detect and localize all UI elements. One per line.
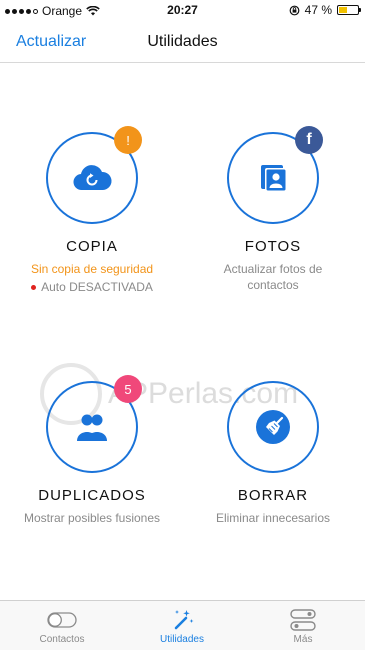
status-right: 47 % [289,3,361,17]
borrar-circle[interactable] [227,381,319,473]
duplicates-count-badge: 5 [114,375,142,403]
tile-copia[interactable]: ! COPIA Sin copia de seguridad Auto DESA… [17,126,167,295]
page-title: Utilidades [147,33,218,50]
status-bar: Orange 20:27 47 % [0,0,365,22]
copia-circle[interactable]: ! [46,126,142,224]
tile-fotos[interactable]: f FOTOS Actualizar fotos de contactos [198,126,348,293]
rotation-lock-icon [289,5,300,15]
status-dot-icon [31,285,37,291]
auto-backup-status-text: Auto DESACTIVADA [41,280,153,294]
tile-borrar-subtitle: Eliminar innecesarios [215,511,331,525]
tile-duplicados-label: DUPLICADOS [38,487,146,504]
tab-utilidades-label: Utilidades [160,634,204,645]
facebook-badge-icon: f [295,126,323,154]
tile-borrar-label: BORRAR [237,487,309,504]
tab-contactos-label: Contactos [39,634,85,645]
contact-photos-icon [261,165,287,192]
contacts-toggle-icon [47,612,77,628]
magic-wand-icon [174,610,194,630]
tab-utilidades[interactable]: Utilidades [122,606,242,645]
duplicate-people-icon [77,414,107,441]
tile-duplicados-subtitle: Mostrar posibles fusiones [23,511,161,525]
cloud-restore-icon [73,165,112,191]
tile-fotos-subtitle: Actualizar fotos de contactos [223,262,323,292]
alert-badge: ! [114,126,142,154]
navigation-bar: Actualizar Utilidades [0,22,365,63]
utilities-grid: APPerlas.com ! COPIA Sin copia de seguri… [0,63,365,600]
tab-bar: Contactos Utilidades Más [0,600,365,650]
battery-icon [337,5,361,15]
broom-icon [256,410,290,444]
fotos-circle[interactable]: f [227,126,323,224]
tab-contactos[interactable]: Contactos [2,606,122,645]
tile-copia-subtitle: Sin copia de seguridad [30,262,154,276]
tab-mas-label: Más [293,634,313,645]
duplicados-circle[interactable]: 5 [46,375,142,473]
tab-mas[interactable]: Más [243,606,363,645]
tile-duplicados[interactable]: 5 DUPLICADOS Mostrar posibles fusiones [17,375,167,526]
auto-backup-status: Auto DESACTIVADA [17,279,167,295]
more-settings-icon [290,609,316,631]
tile-fotos-label: FOTOS [244,238,302,255]
tile-copia-label: COPIA [66,238,118,255]
battery-percent: 47 % [304,3,332,17]
tile-borrar[interactable]: BORRAR Eliminar innecesarios [198,381,348,526]
